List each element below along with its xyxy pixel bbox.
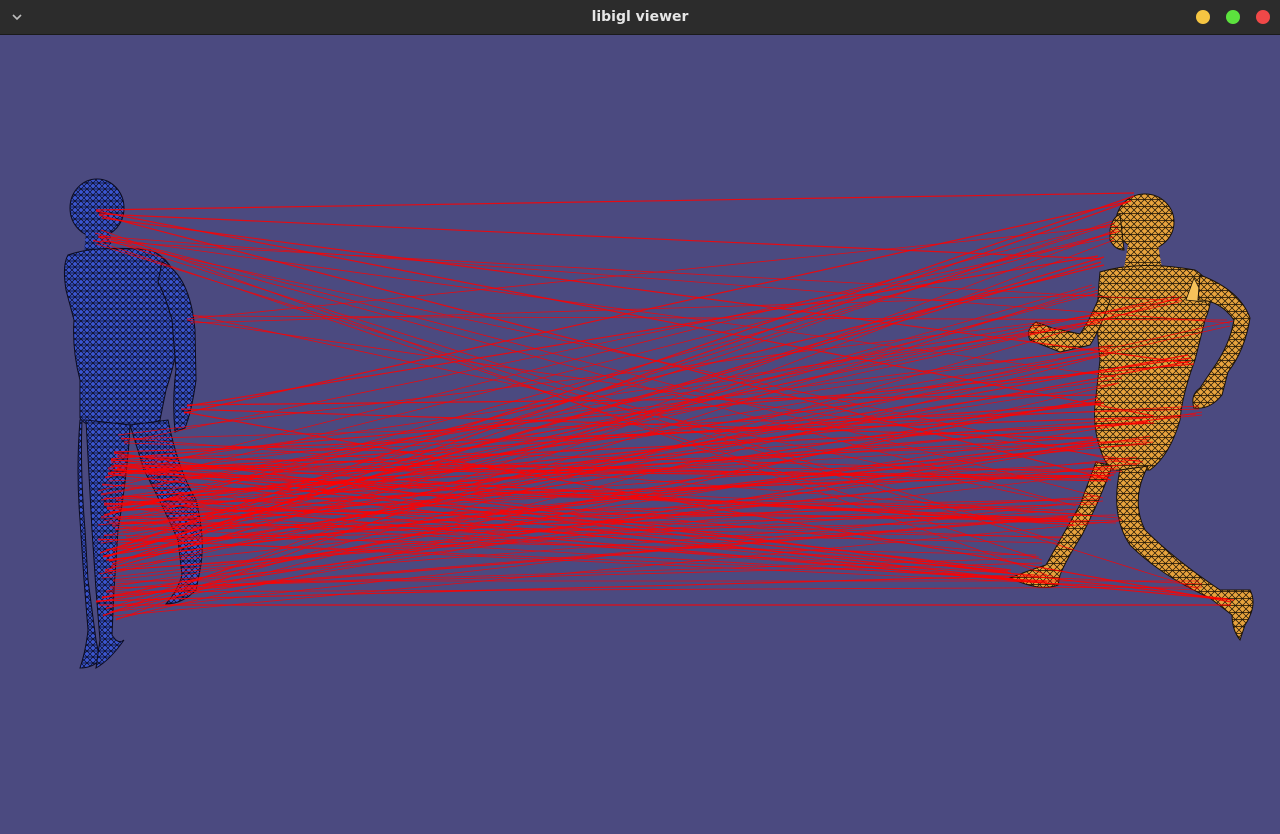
- correspondence-line: [101, 397, 1099, 599]
- correspondence-line: [186, 319, 1144, 463]
- correspondence-line: [97, 235, 1231, 324]
- window-menu-button[interactable]: [8, 9, 26, 25]
- correspondence-line: [109, 562, 1043, 589]
- window-controls: [1196, 10, 1270, 24]
- correspondence-line: [111, 557, 1037, 589]
- correspondence-line: [94, 232, 1104, 499]
- correspondence-line: [105, 586, 1203, 593]
- correspondence-line: [186, 225, 1119, 320]
- correspondence-line: [100, 239, 1138, 466]
- window-title: libigl viewer: [591, 9, 689, 25]
- correspondence-line: [101, 217, 1189, 364]
- correspondence-line: [98, 213, 1102, 260]
- correspondence-line: [97, 538, 1203, 585]
- title-bar[interactable]: libigl viewer: [0, 0, 1280, 35]
- target-mesh: [1008, 193, 1254, 642]
- app-window: libigl viewer: [0, 0, 1280, 834]
- correspondence-line: [97, 230, 1121, 492]
- correspondence-line: [95, 192, 1135, 211]
- correspondence-line: [114, 354, 1108, 531]
- 3d-viewport[interactable]: [0, 35, 1280, 834]
- correspondence-line: [92, 240, 1183, 302]
- correspondence-line: [186, 255, 1099, 407]
- correspondence-line: [98, 214, 1112, 481]
- scene-canvas[interactable]: [0, 35, 1280, 834]
- maximize-button[interactable]: [1226, 10, 1240, 24]
- correspondence-line: [98, 236, 1117, 378]
- minimize-button[interactable]: [1196, 10, 1210, 24]
- chevron-down-icon: [12, 14, 22, 21]
- correspondence-line: [123, 236, 1115, 443]
- close-button[interactable]: [1256, 10, 1270, 24]
